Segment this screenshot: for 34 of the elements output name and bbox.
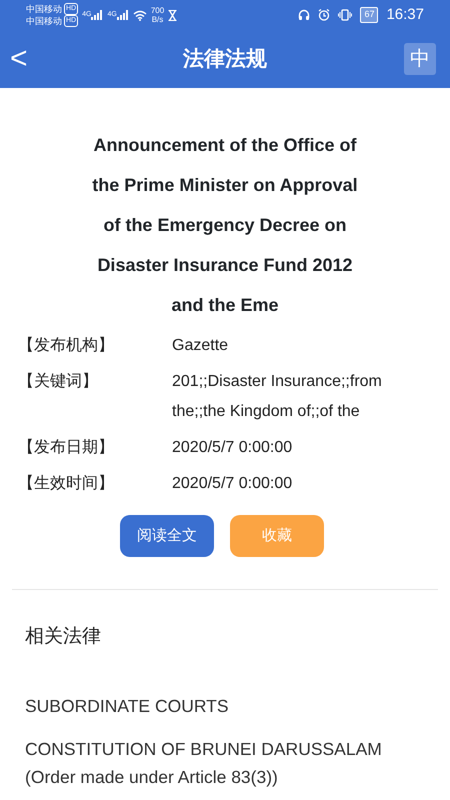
field-value: Gazette [172,336,230,356]
signal-icon [116,10,129,20]
page-title: 法律法规 [183,46,267,72]
read-full-text-button[interactable]: 阅读全文 [120,515,214,557]
field-label: 【生效时间】 [18,474,115,494]
speed-value: 700 [150,6,164,15]
field-label: 【发布机构】 [18,336,115,356]
related-law-link[interactable]: (Order made under Article 83(3)) [25,762,450,790]
carrier-name: 中国移动 [26,4,62,14]
signal-icon [91,10,104,20]
status-time: 16:37 [386,4,424,25]
document-title-line: the Prime Minister on Approval [91,174,359,197]
related-law-link[interactable]: SUBORDINATE COURTS [25,692,450,720]
back-button[interactable]: < [0,44,38,74]
headphones-icon [298,9,310,21]
alarm-icon [318,9,330,21]
battery-icon: 67 [360,7,378,23]
vibrate-icon [338,9,352,21]
speed-unit: B/s [150,15,164,24]
related-law-link[interactable]: CONSTITUTION OF BRUNEI DARUSSALAM [25,734,450,762]
field-value: 2020/5/7 0:00:00 [172,438,294,458]
document-title-line: Announcement of the Office of [92,134,358,157]
hourglass-icon [168,10,178,20]
document-title-line: and the Eme [170,294,280,317]
language-button[interactable]: 中 [404,43,436,75]
field-label: 【发布日期】 [18,438,115,458]
section-heading: 相关法律 [25,625,102,649]
carrier-name: 中国移动 [26,16,62,26]
document-title-line: of the Emergency Decree on [102,214,348,237]
wifi-icon [132,10,147,20]
field-label: 【关键词】 [18,372,99,392]
field-value: 201;;Disaster Insurance;;from the;;the Kingdom of;;of the [172,372,383,422]
field-value: 2020/5/7 0:00:00 [172,474,294,494]
document-title-line: Disaster Insurance Fund 2012 [96,254,354,277]
